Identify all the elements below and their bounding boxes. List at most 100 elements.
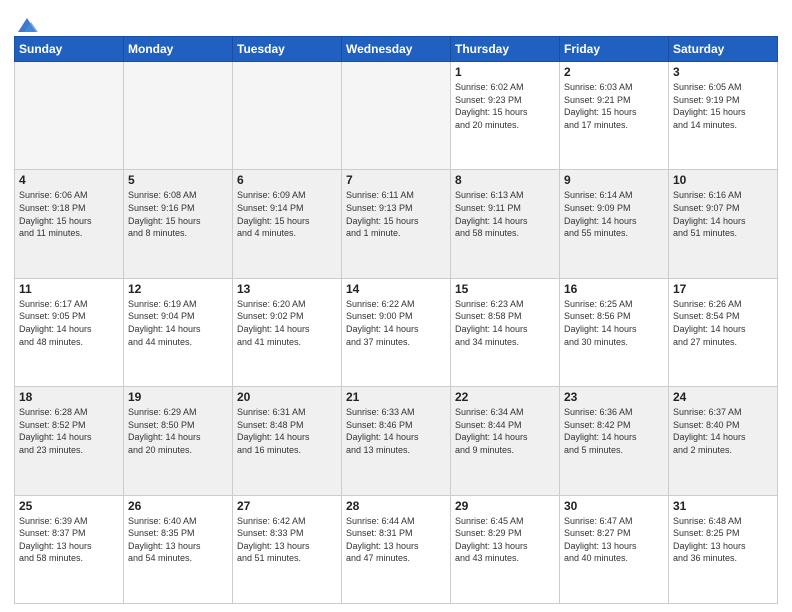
day-number: 14: [346, 282, 446, 296]
calendar-cell: 17 Sunrise: 6:26 AM Sunset: 8:54 PM Dayli…: [669, 278, 778, 386]
day-info: Sunrise: 6:19 AM Sunset: 9:04 PM Dayligh…: [128, 298, 228, 348]
calendar-cell: 30 Sunrise: 6:47 AM Sunset: 8:27 PM Dayli…: [560, 495, 669, 603]
calendar-cell: 24 Sunrise: 6:37 AM Sunset: 8:40 PM Dayli…: [669, 387, 778, 495]
day-info: Sunrise: 6:47 AM Sunset: 8:27 PM Dayligh…: [564, 515, 664, 565]
day-info: Sunrise: 6:34 AM Sunset: 8:44 PM Dayligh…: [455, 406, 555, 456]
day-info: Sunrise: 6:09 AM Sunset: 9:14 PM Dayligh…: [237, 189, 337, 239]
day-number: 6: [237, 173, 337, 187]
day-number: 30: [564, 499, 664, 513]
day-info: Sunrise: 6:03 AM Sunset: 9:21 PM Dayligh…: [564, 81, 664, 131]
day-number: 12: [128, 282, 228, 296]
day-number: 10: [673, 173, 773, 187]
day-info: Sunrise: 6:31 AM Sunset: 8:48 PM Dayligh…: [237, 406, 337, 456]
day-number: 3: [673, 65, 773, 79]
day-number: 31: [673, 499, 773, 513]
day-number: 11: [19, 282, 119, 296]
day-number: 23: [564, 390, 664, 404]
day-info: Sunrise: 6:39 AM Sunset: 8:37 PM Dayligh…: [19, 515, 119, 565]
calendar-cell: 7Sunrise: 6:11 AM Sunset: 9:13 PM Daylig…: [342, 170, 451, 278]
calendar-cell: 14 Sunrise: 6:22 AM Sunset: 9:00 PM Dayli…: [342, 278, 451, 386]
day-info: Sunrise: 6:28 AM Sunset: 8:52 PM Dayligh…: [19, 406, 119, 456]
calendar-cell: 10Sunrise: 6:16 AM Sunset: 9:07 PM Dayli…: [669, 170, 778, 278]
col-header-sunday: Sunday: [15, 37, 124, 62]
col-header-saturday: Saturday: [669, 37, 778, 62]
day-number: 9: [564, 173, 664, 187]
day-number: 19: [128, 390, 228, 404]
calendar-cell: [342, 62, 451, 170]
calendar-cell: 29Sunrise: 6:45 AM Sunset: 8:29 PM Dayli…: [451, 495, 560, 603]
calendar-cell: 26 Sunrise: 6:40 AM Sunset: 8:35 PM Dayli…: [124, 495, 233, 603]
day-number: 24: [673, 390, 773, 404]
day-info: Sunrise: 6:14 AM Sunset: 9:09 PM Dayligh…: [564, 189, 664, 239]
col-header-friday: Friday: [560, 37, 669, 62]
calendar-cell: [15, 62, 124, 170]
day-number: 13: [237, 282, 337, 296]
day-number: 16: [564, 282, 664, 296]
day-info: Sunrise: 6:44 AM Sunset: 8:31 PM Dayligh…: [346, 515, 446, 565]
day-info: Sunrise: 6:17 AM Sunset: 9:05 PM Dayligh…: [19, 298, 119, 348]
col-header-tuesday: Tuesday: [233, 37, 342, 62]
day-number: 29: [455, 499, 555, 513]
calendar-cell: 20 Sunrise: 6:31 AM Sunset: 8:48 PM Dayli…: [233, 387, 342, 495]
day-info: Sunrise: 6:25 AM Sunset: 8:56 PM Dayligh…: [564, 298, 664, 348]
calendar-cell: [233, 62, 342, 170]
calendar-cell: [124, 62, 233, 170]
calendar-cell: 16 Sunrise: 6:25 AM Sunset: 8:56 PM Dayli…: [560, 278, 669, 386]
calendar: SundayMondayTuesdayWednesdayThursdayFrid…: [14, 36, 778, 604]
calendar-cell: 19 Sunrise: 6:29 AM Sunset: 8:50 PM Dayli…: [124, 387, 233, 495]
day-info: Sunrise: 6:23 AM Sunset: 8:58 PM Dayligh…: [455, 298, 555, 348]
calendar-cell: 15Sunrise: 6:23 AM Sunset: 8:58 PM Dayli…: [451, 278, 560, 386]
logo: [14, 14, 38, 32]
day-number: 28: [346, 499, 446, 513]
calendar-cell: 1Sunrise: 6:02 AM Sunset: 9:23 PM Daylig…: [451, 62, 560, 170]
calendar-cell: 18 Sunrise: 6:28 AM Sunset: 8:52 PM Dayli…: [15, 387, 124, 495]
calendar-cell: 4 Sunrise: 6:06 AM Sunset: 9:18 PM Daylig…: [15, 170, 124, 278]
col-header-thursday: Thursday: [451, 37, 560, 62]
day-number: 17: [673, 282, 773, 296]
day-info: Sunrise: 6:42 AM Sunset: 8:33 PM Dayligh…: [237, 515, 337, 565]
day-number: 25: [19, 499, 119, 513]
day-number: 5: [128, 173, 228, 187]
day-info: Sunrise: 6:05 AM Sunset: 9:19 PM Dayligh…: [673, 81, 773, 131]
calendar-cell: 27Sunrise: 6:42 AM Sunset: 8:33 PM Dayli…: [233, 495, 342, 603]
calendar-week-row: 25 Sunrise: 6:39 AM Sunset: 8:37 PM Dayli…: [15, 495, 778, 603]
col-header-wednesday: Wednesday: [342, 37, 451, 62]
calendar-week-row: 11 Sunrise: 6:17 AM Sunset: 9:05 PM Dayli…: [15, 278, 778, 386]
day-info: Sunrise: 6:06 AM Sunset: 9:18 PM Dayligh…: [19, 189, 119, 239]
calendar-week-row: 18 Sunrise: 6:28 AM Sunset: 8:52 PM Dayli…: [15, 387, 778, 495]
header: [14, 10, 778, 32]
calendar-week-row: 4 Sunrise: 6:06 AM Sunset: 9:18 PM Daylig…: [15, 170, 778, 278]
day-info: Sunrise: 6:29 AM Sunset: 8:50 PM Dayligh…: [128, 406, 228, 456]
day-number: 22: [455, 390, 555, 404]
calendar-cell: 28 Sunrise: 6:44 AM Sunset: 8:31 PM Dayli…: [342, 495, 451, 603]
day-info: Sunrise: 6:37 AM Sunset: 8:40 PM Dayligh…: [673, 406, 773, 456]
logo-icon: [16, 14, 38, 36]
day-info: Sunrise: 6:22 AM Sunset: 9:00 PM Dayligh…: [346, 298, 446, 348]
col-header-monday: Monday: [124, 37, 233, 62]
calendar-cell: 8Sunrise: 6:13 AM Sunset: 9:11 PM Daylig…: [451, 170, 560, 278]
calendar-cell: 5 Sunrise: 6:08 AM Sunset: 9:16 PM Daylig…: [124, 170, 233, 278]
calendar-header-row: SundayMondayTuesdayWednesdayThursdayFrid…: [15, 37, 778, 62]
calendar-cell: 11 Sunrise: 6:17 AM Sunset: 9:05 PM Dayli…: [15, 278, 124, 386]
day-number: 18: [19, 390, 119, 404]
day-info: Sunrise: 6:48 AM Sunset: 8:25 PM Dayligh…: [673, 515, 773, 565]
day-number: 4: [19, 173, 119, 187]
calendar-cell: 6 Sunrise: 6:09 AM Sunset: 9:14 PM Daylig…: [233, 170, 342, 278]
day-info: Sunrise: 6:40 AM Sunset: 8:35 PM Dayligh…: [128, 515, 228, 565]
calendar-week-row: 1Sunrise: 6:02 AM Sunset: 9:23 PM Daylig…: [15, 62, 778, 170]
page: SundayMondayTuesdayWednesdayThursdayFrid…: [0, 0, 792, 612]
calendar-cell: 2Sunrise: 6:03 AM Sunset: 9:21 PM Daylig…: [560, 62, 669, 170]
day-number: 26: [128, 499, 228, 513]
calendar-cell: 22 Sunrise: 6:34 AM Sunset: 8:44 PM Dayli…: [451, 387, 560, 495]
calendar-cell: 21 Sunrise: 6:33 AM Sunset: 8:46 PM Dayli…: [342, 387, 451, 495]
day-info: Sunrise: 6:33 AM Sunset: 8:46 PM Dayligh…: [346, 406, 446, 456]
day-number: 8: [455, 173, 555, 187]
day-info: Sunrise: 6:20 AM Sunset: 9:02 PM Dayligh…: [237, 298, 337, 348]
day-number: 21: [346, 390, 446, 404]
day-info: Sunrise: 6:36 AM Sunset: 8:42 PM Dayligh…: [564, 406, 664, 456]
calendar-cell: 3 Sunrise: 6:05 AM Sunset: 9:19 PM Daylig…: [669, 62, 778, 170]
calendar-cell: 12 Sunrise: 6:19 AM Sunset: 9:04 PM Dayli…: [124, 278, 233, 386]
day-info: Sunrise: 6:08 AM Sunset: 9:16 PM Dayligh…: [128, 189, 228, 239]
day-info: Sunrise: 6:26 AM Sunset: 8:54 PM Dayligh…: [673, 298, 773, 348]
day-number: 20: [237, 390, 337, 404]
